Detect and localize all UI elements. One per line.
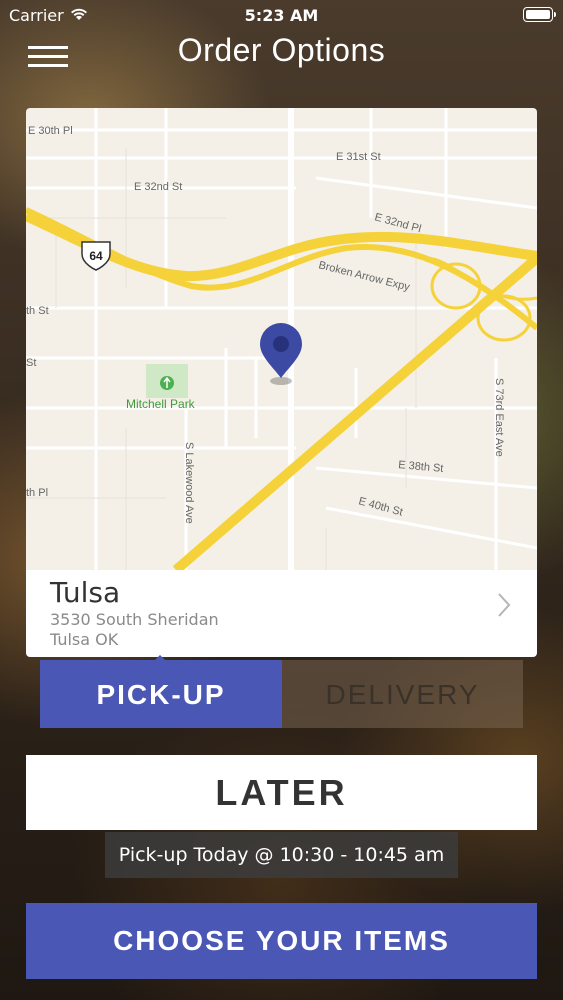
- location-city: Tulsa: [50, 576, 121, 609]
- map-label-e31: E 31st St: [336, 151, 381, 163]
- clock: 5:23 AM: [244, 6, 319, 25]
- map-label-mitchell-park: Mitchell Park: [126, 397, 196, 411]
- tab-pickup[interactable]: PICK-UP: [40, 660, 282, 728]
- map-label-st: St: [26, 357, 36, 369]
- map-label-e38: E 38th St: [398, 459, 444, 475]
- tab-delivery[interactable]: DELIVERY: [282, 660, 523, 728]
- map-label-e30: E 30th Pl: [28, 125, 73, 137]
- map-label-th-st: th St: [26, 305, 49, 317]
- battery-icon: [523, 7, 556, 22]
- order-type-tabs: PICK-UP DELIVERY: [40, 660, 523, 728]
- status-bar: Carrier 5:23 AM: [0, 0, 563, 30]
- map-pin-icon: [260, 323, 302, 385]
- choose-items-button[interactable]: CHOOSE YOUR ITEMS: [26, 903, 537, 979]
- address-line1: 3530 South Sheridan: [50, 610, 219, 629]
- map-label-th-pl: th Pl: [26, 487, 48, 499]
- chevron-right-icon[interactable]: [497, 592, 511, 622]
- map-label-e32st: E 32nd St: [134, 181, 182, 193]
- map-label-e32pl: E 32nd Pl: [373, 211, 422, 235]
- map-label-lakewood: S Lakewood Ave: [183, 442, 195, 524]
- location-address: 3530 South Sheridan Tulsa OK: [50, 610, 219, 650]
- map-label-s73: S 73rd East Ave: [493, 378, 505, 457]
- highway-shield-label: 64: [89, 249, 103, 263]
- address-line2: Tulsa OK: [50, 630, 119, 649]
- location-card[interactable]: Tulsa 3530 South Sheridan Tulsa OK: [26, 570, 537, 657]
- location-map[interactable]: 64 E 30th Pl E 31st St E 32nd St E 32nd …: [26, 108, 537, 570]
- map-label-broken-arrow: Broken Arrow Expy: [317, 259, 411, 293]
- page-title: Order Options: [177, 32, 386, 68]
- pickup-time-label: Pick-up Today @ 10:30 - 10:45 am: [105, 832, 458, 878]
- highway-shield-icon: 64: [81, 241, 111, 271]
- later-button[interactable]: LATER: [26, 755, 537, 830]
